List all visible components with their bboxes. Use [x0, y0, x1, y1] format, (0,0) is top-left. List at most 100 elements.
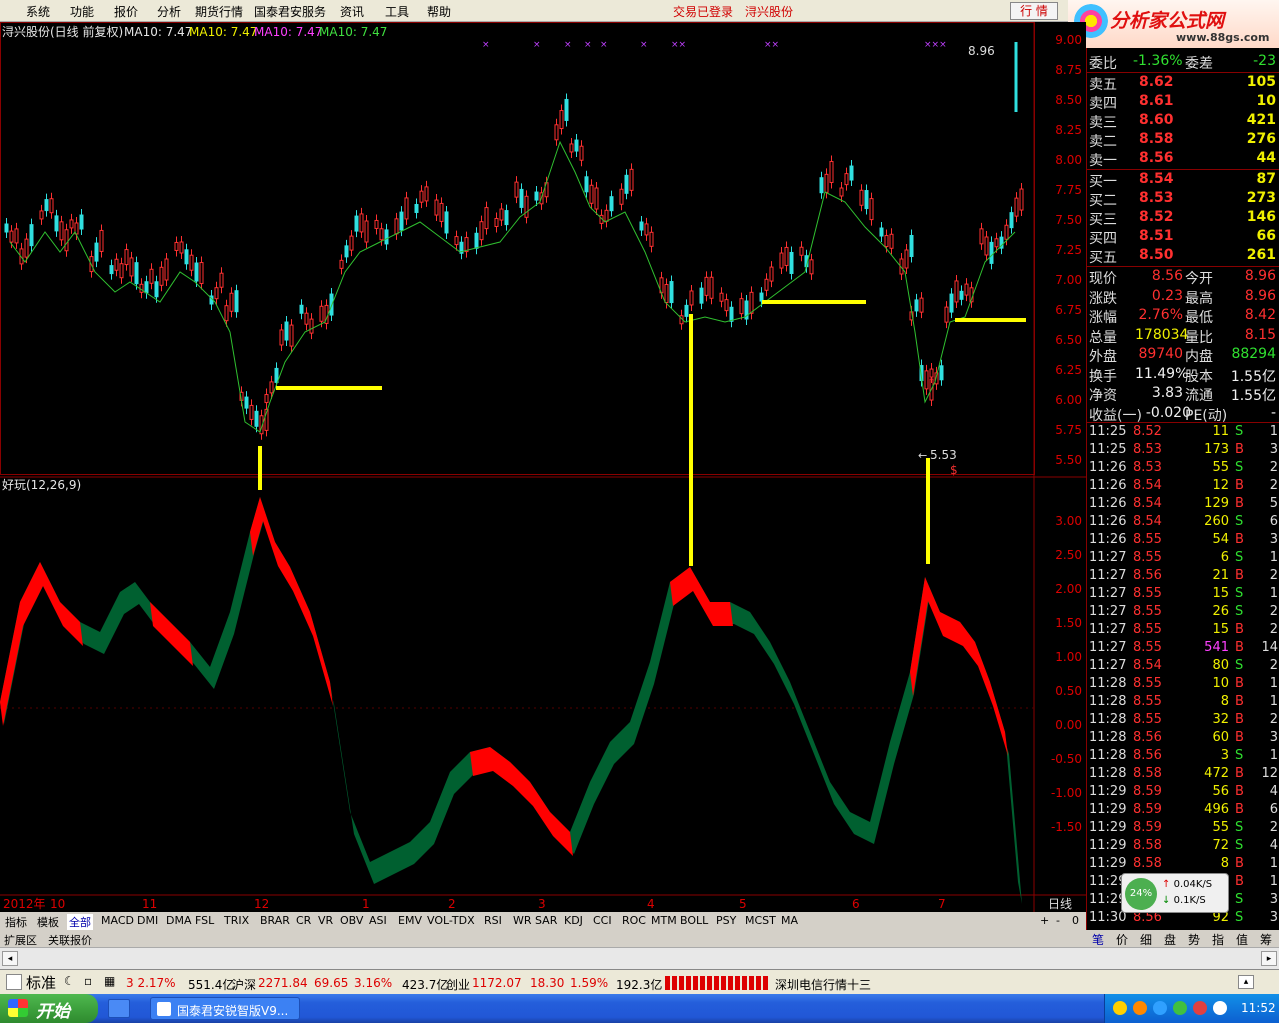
menu-news[interactable]: 资讯: [340, 3, 364, 20]
tab-cr[interactable]: CR: [294, 914, 313, 927]
right-tab[interactable]: 盘: [1164, 931, 1176, 948]
tab-kdj[interactable]: KDJ: [562, 914, 585, 927]
right-tab[interactable]: 势: [1188, 931, 1200, 948]
candle-body: [179, 241, 184, 254]
tab-macd[interactable]: MACD: [99, 914, 136, 927]
scroll-up-icon[interactable]: ▴: [1238, 975, 1254, 989]
stat-value: 1.55亿: [1230, 388, 1276, 404]
tab-模板[interactable]: 模板: [35, 914, 61, 930]
quicklaunch-icon[interactable]: [108, 999, 130, 1018]
sell-row[interactable]: 卖二 8.58 276: [1087, 130, 1279, 150]
tab-wr[interactable]: WR: [511, 914, 534, 927]
tick-price: 8.54: [1133, 478, 1162, 493]
tick-direction: B: [1235, 802, 1244, 817]
scroll-right-icon[interactable]: ▸: [1261, 951, 1277, 966]
tab-control[interactable]: 0: [1072, 914, 1079, 927]
tab-control[interactable]: -: [1056, 914, 1060, 927]
sell-row[interactable]: 卖一 8.56 44: [1087, 149, 1279, 169]
right-tab[interactable]: 细: [1140, 931, 1152, 948]
chart-svg[interactable]: 浔兴股份(日线 前复权) MA10: 7.47 MA10: 7.47 MA10:…: [0, 22, 1086, 912]
tab-control[interactable]: +: [1040, 914, 1049, 927]
tab-指标[interactable]: 指标: [3, 914, 29, 930]
tab-roc[interactable]: ROC: [620, 914, 648, 927]
candle-body: [904, 249, 909, 269]
chart-area[interactable]: 浔兴股份(日线 前复权) MA10: 7.47 MA10: 7.47 MA10:…: [0, 22, 1086, 912]
start-button[interactable]: 开始: [0, 994, 98, 1023]
tray-icon[interactable]: [1173, 1001, 1187, 1015]
buy-row[interactable]: 买三 8.52 146: [1087, 208, 1279, 228]
sell-row[interactable]: 卖三 8.60 421: [1087, 111, 1279, 131]
right-tab[interactable]: 筹: [1260, 931, 1272, 948]
menu-tools[interactable]: 工具: [385, 3, 409, 20]
right-tab[interactable]: 指: [1212, 931, 1224, 948]
tab-mtm[interactable]: MTM: [649, 914, 679, 927]
tab-rsi[interactable]: RSI: [482, 914, 504, 927]
keyboard-icon[interactable]: ▦: [104, 974, 115, 988]
tray-icon[interactable]: [1153, 1001, 1167, 1015]
login-status[interactable]: 交易已登录: [673, 3, 733, 20]
tab-asi[interactable]: ASI: [367, 914, 389, 927]
menu-function[interactable]: 功能: [70, 3, 94, 20]
tab-fsl[interactable]: FSL: [193, 914, 216, 927]
tab-psy[interactable]: PSY: [714, 914, 738, 927]
menu-system[interactable]: 系统: [26, 3, 50, 20]
tick-count: 2: [1269, 658, 1278, 673]
tray-icon[interactable]: [1133, 1001, 1147, 1015]
sell-row[interactable]: 卖五 8.62 105: [1087, 73, 1279, 93]
tab-vol-tdx[interactable]: VOL-TDX: [425, 914, 477, 927]
tab-mcst[interactable]: MCST: [743, 914, 778, 927]
menu-gtja-service[interactable]: 国泰君安服务: [254, 3, 326, 20]
tick-row: 11:28 8.56 60 B 3: [1087, 730, 1279, 748]
stat-value: -: [1270, 404, 1276, 421]
stat-label: 今开: [1185, 271, 1213, 287]
menu-futures[interactable]: 期货行情: [195, 3, 243, 20]
tab-related-quote[interactable]: 关联报价: [48, 932, 92, 948]
tab-trix[interactable]: TRIX: [222, 914, 251, 927]
candle-body: [159, 266, 164, 286]
task-item[interactable]: 国泰君安锐智版V9...: [150, 997, 300, 1020]
status-seg1: 3 2.17%: [126, 976, 176, 990]
tab-vr[interactable]: VR: [316, 914, 335, 927]
mode-label[interactable]: 标准: [26, 972, 56, 993]
menu-analysis[interactable]: 分析: [157, 3, 181, 20]
menu-quote[interactable]: 报价: [114, 3, 138, 20]
tab-brar[interactable]: BRAR: [258, 914, 292, 927]
mouse-icon[interactable]: ▫: [84, 974, 92, 988]
candle-body: [79, 214, 84, 230]
tab-obv[interactable]: OBV: [338, 914, 365, 927]
tray-icon[interactable]: [1113, 1001, 1127, 1015]
quote-button[interactable]: 行 情: [1010, 2, 1058, 20]
right-tab[interactable]: 价: [1116, 931, 1128, 948]
scroll-left-icon[interactable]: ◂: [2, 951, 18, 966]
period-label[interactable]: 日线: [1048, 897, 1072, 911]
app-icon[interactable]: [6, 974, 22, 990]
order-label: 卖二: [1089, 134, 1117, 150]
tray-icon[interactable]: [1213, 1001, 1227, 1015]
moon-icon[interactable]: ☾: [64, 974, 75, 988]
buy-row[interactable]: 买四 8.51 66: [1087, 227, 1279, 247]
tab-ma[interactable]: MA: [779, 914, 800, 927]
annotation-lines: [258, 300, 1026, 566]
right-tab[interactable]: 笔: [1092, 931, 1104, 948]
clock[interactable]: 11:52: [1241, 1001, 1276, 1015]
right-tab[interactable]: 值: [1236, 931, 1248, 948]
tab-boll[interactable]: BOLL: [678, 914, 710, 927]
horizontal-scrollbar[interactable]: ◂ ▸: [0, 947, 1279, 969]
tab-cci[interactable]: CCI: [591, 914, 614, 927]
menu-help[interactable]: 帮助: [427, 3, 451, 20]
news-ticker[interactable]: 深圳电信行情十三: [775, 976, 871, 993]
tab-emv[interactable]: EMV: [396, 914, 424, 927]
sell-row[interactable]: 卖四 8.61 10: [1087, 92, 1279, 112]
tab-dma[interactable]: DMA: [164, 914, 194, 927]
tab-dmi[interactable]: DMI: [135, 914, 160, 927]
buy-row[interactable]: 买五 8.50 261: [1087, 246, 1279, 266]
tick-direction: S: [1235, 910, 1244, 925]
tab-sar[interactable]: SAR: [533, 914, 559, 927]
tab-extension[interactable]: 扩展区: [4, 932, 37, 948]
tab-全部[interactable]: 全部: [67, 914, 93, 930]
stock-link[interactable]: 浔兴股份: [745, 3, 793, 20]
buy-row[interactable]: 买二 8.53 273: [1087, 189, 1279, 209]
buy-row[interactable]: 买一 8.54 87: [1087, 170, 1279, 190]
tray-icon[interactable]: [1193, 1001, 1207, 1015]
candle-body: [304, 312, 309, 325]
